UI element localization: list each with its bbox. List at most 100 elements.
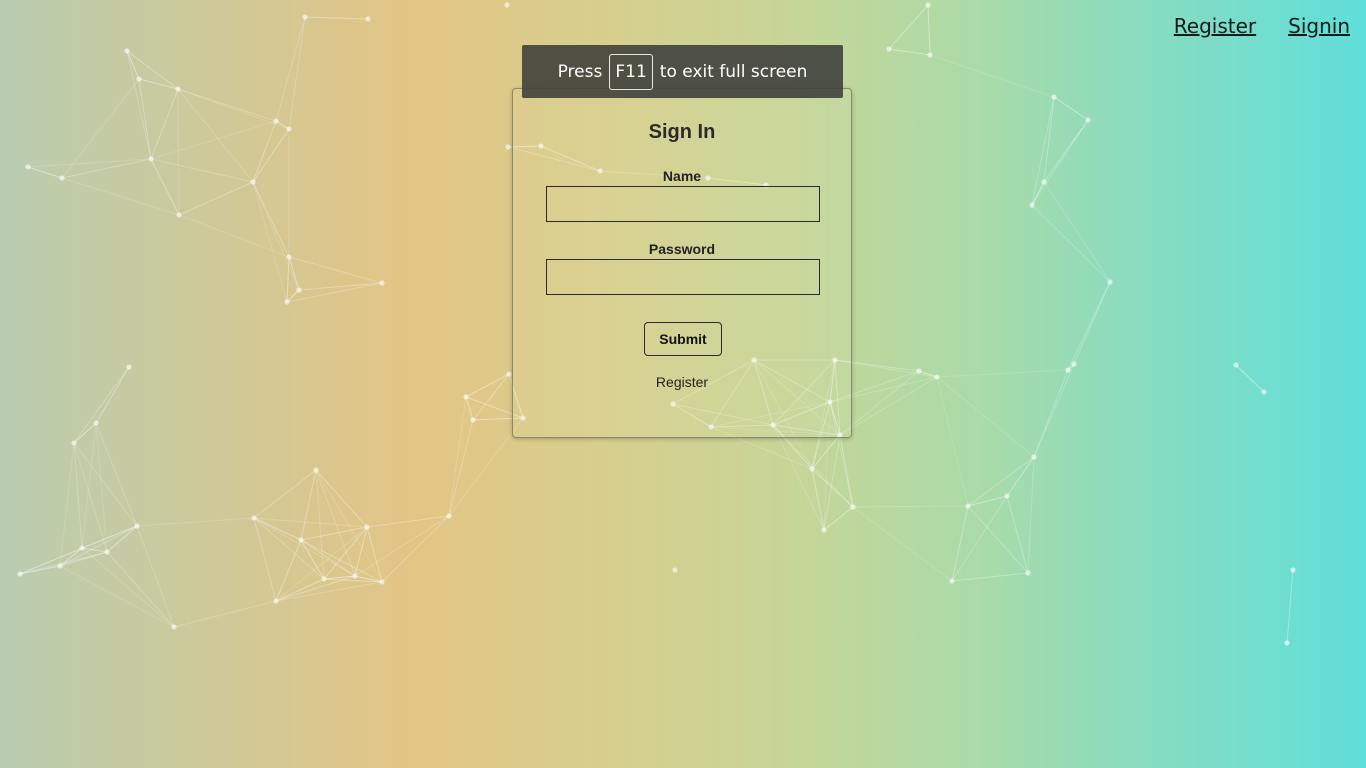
network-link bbox=[288, 16, 306, 130]
network-link bbox=[1033, 363, 1075, 458]
network-link bbox=[73, 442, 138, 527]
network-link bbox=[1235, 364, 1265, 393]
network-link bbox=[300, 526, 368, 541]
network-node bbox=[57, 563, 63, 569]
network-link bbox=[275, 16, 306, 122]
network-node bbox=[379, 579, 385, 585]
network-node bbox=[273, 118, 279, 124]
network-link bbox=[286, 282, 383, 303]
network-link bbox=[61, 78, 140, 179]
network-link bbox=[252, 181, 300, 291]
network-link bbox=[275, 581, 383, 602]
network-link bbox=[929, 54, 1055, 98]
network-link bbox=[177, 88, 180, 216]
network-link bbox=[81, 547, 175, 628]
network-node bbox=[171, 624, 177, 630]
network-link bbox=[1027, 456, 1035, 574]
network-link bbox=[106, 551, 175, 628]
network-node bbox=[886, 46, 892, 52]
network-link bbox=[1043, 181, 1111, 283]
network-node bbox=[364, 524, 370, 530]
network-link bbox=[61, 177, 180, 216]
network-link bbox=[772, 424, 825, 531]
network-node bbox=[250, 179, 256, 185]
network-link bbox=[173, 600, 277, 628]
network-node bbox=[1085, 117, 1091, 123]
network-link bbox=[465, 396, 474, 421]
network-node bbox=[251, 515, 257, 521]
network-node bbox=[1107, 279, 1113, 285]
network-link bbox=[1031, 204, 1111, 283]
network-link bbox=[178, 214, 290, 258]
network-link bbox=[852, 506, 953, 582]
name-input[interactable] bbox=[546, 186, 820, 222]
network-node bbox=[379, 280, 385, 286]
network-link bbox=[298, 282, 383, 291]
network-link bbox=[95, 366, 130, 424]
f11-key-badge: F11 bbox=[609, 53, 653, 90]
network-node bbox=[1041, 179, 1047, 185]
password-input[interactable] bbox=[546, 259, 820, 295]
network-node bbox=[1233, 362, 1239, 368]
network-link bbox=[1053, 96, 1089, 121]
register-link[interactable]: Register bbox=[513, 374, 851, 390]
network-link bbox=[253, 469, 317, 519]
network-link bbox=[288, 256, 383, 284]
network-link bbox=[1073, 281, 1111, 365]
network-link bbox=[951, 495, 1008, 582]
network-link bbox=[967, 456, 1035, 507]
submit-button[interactable]: Submit bbox=[644, 322, 722, 356]
notice-suffix: to exit full screen bbox=[659, 61, 808, 82]
network-link bbox=[936, 376, 1035, 458]
network-link bbox=[936, 369, 1069, 378]
notice-prefix: Press bbox=[557, 61, 603, 82]
nav-register-link[interactable]: Register bbox=[1174, 14, 1256, 38]
network-link bbox=[252, 120, 277, 183]
network-link bbox=[138, 78, 152, 160]
network-link bbox=[381, 515, 450, 583]
network-node bbox=[71, 440, 77, 446]
network-link bbox=[823, 506, 854, 531]
network-link bbox=[59, 525, 138, 567]
network-node bbox=[25, 164, 31, 170]
network-link bbox=[888, 4, 929, 50]
network-node bbox=[1284, 640, 1290, 646]
network-node bbox=[916, 368, 922, 374]
nav-signin-link[interactable]: Signin bbox=[1288, 14, 1350, 38]
network-link bbox=[951, 572, 1029, 582]
network-link bbox=[95, 422, 138, 527]
top-nav: Register Signin bbox=[1174, 14, 1350, 38]
network-node bbox=[850, 504, 856, 510]
network-node bbox=[365, 16, 371, 22]
network-link bbox=[852, 505, 969, 508]
network-link bbox=[927, 4, 931, 56]
network-link bbox=[136, 525, 175, 628]
network-node bbox=[1029, 202, 1035, 208]
network-link bbox=[150, 158, 180, 216]
network-link bbox=[19, 565, 61, 575]
network-node bbox=[965, 503, 971, 509]
network-link bbox=[1286, 569, 1294, 644]
network-node bbox=[446, 513, 452, 519]
network-link bbox=[1031, 181, 1045, 206]
network-link bbox=[59, 565, 175, 628]
signin-card: Sign In Name Password Submit Register bbox=[512, 88, 852, 438]
network-node bbox=[672, 567, 678, 573]
network-link bbox=[19, 525, 138, 575]
network-link bbox=[27, 166, 63, 179]
network-link bbox=[136, 517, 255, 527]
fullscreen-exit-notice: Press F11 to exit full screen bbox=[522, 45, 843, 98]
network-link bbox=[138, 78, 179, 90]
network-node bbox=[321, 576, 327, 582]
network-link bbox=[1006, 456, 1035, 497]
network-node bbox=[148, 156, 154, 162]
network-node bbox=[286, 126, 292, 132]
network-link bbox=[253, 517, 356, 577]
network-node bbox=[1071, 361, 1077, 367]
network-node bbox=[925, 2, 931, 8]
network-link bbox=[366, 515, 450, 528]
network-node bbox=[1004, 493, 1010, 499]
network-node bbox=[126, 364, 132, 370]
network-node bbox=[505, 144, 511, 150]
signin-title: Sign In bbox=[648, 121, 716, 143]
